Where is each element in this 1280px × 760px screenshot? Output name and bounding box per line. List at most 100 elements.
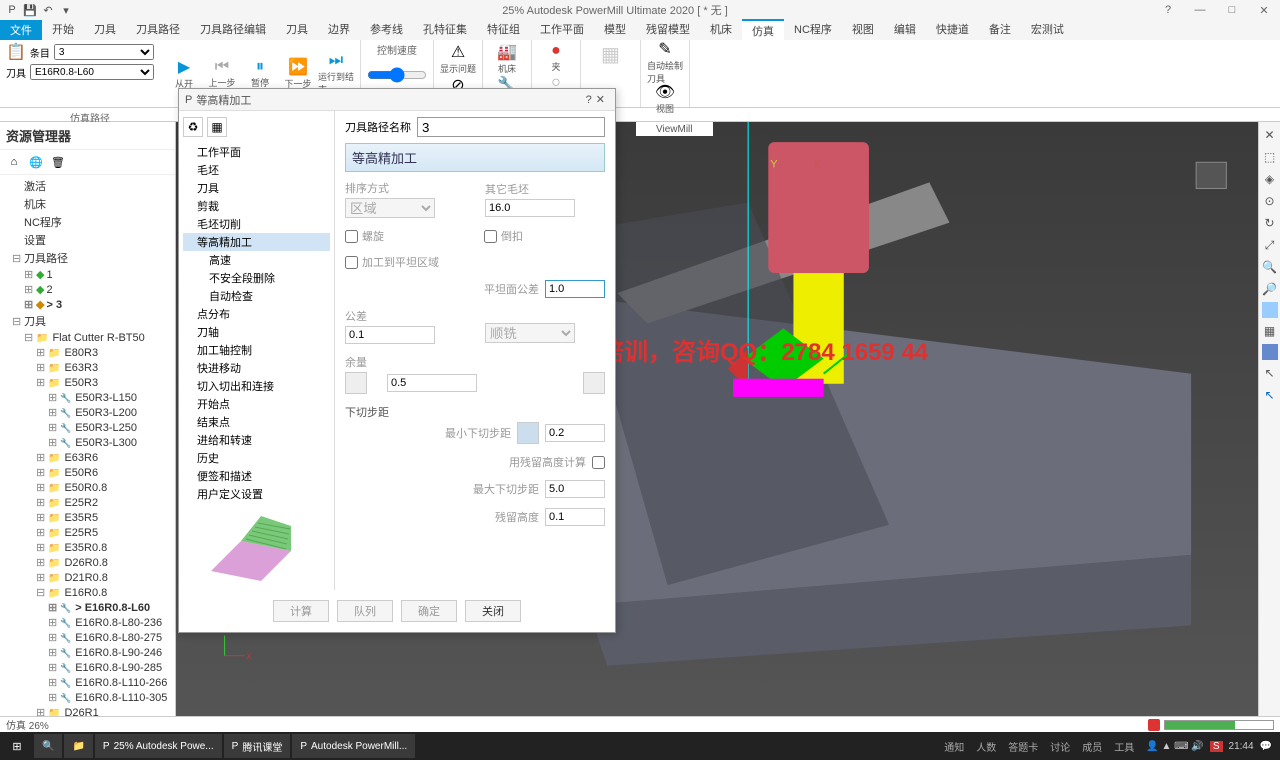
tray-link[interactable]: 人数 xyxy=(970,743,1002,754)
menu-tab[interactable]: 模型 xyxy=(594,19,636,41)
tree-node[interactable]: ⊞E16R0.8-L80-236 xyxy=(0,615,175,630)
task-search[interactable]: 🔍 xyxy=(34,734,62,758)
dialog-tree-item[interactable]: 刀轴 xyxy=(183,323,330,341)
menu-tab[interactable]: 刀具 xyxy=(84,19,126,41)
close-button[interactable]: 关闭 xyxy=(465,600,521,622)
dialog-tree-item[interactable]: 不安全段删除 xyxy=(183,269,330,287)
tree-node[interactable]: ⊞D21R0.8 xyxy=(0,570,175,585)
tree-node[interactable]: ⊞E50R3 xyxy=(0,375,175,390)
taskbar-item[interactable]: P腾讯课堂 xyxy=(224,734,291,758)
tray-icons[interactable]: 👤 ▲ ⌨ 🔊 xyxy=(1146,741,1204,752)
tree-node[interactable]: ⊞E25R2 xyxy=(0,495,175,510)
tree-node[interactable]: ⊞E16R0.8-L110-305 xyxy=(0,690,175,705)
dialog-tree-item[interactable]: 等高精加工 xyxy=(183,233,330,251)
block-icon[interactable] xyxy=(1262,344,1278,360)
menu-tab[interactable]: 工作平面 xyxy=(530,19,594,41)
menu-tab[interactable]: 快捷道 xyxy=(926,19,979,41)
zoom-in-icon[interactable]: 🔍 xyxy=(1261,258,1279,276)
dialog-tree-item[interactable]: 历史 xyxy=(183,449,330,467)
tree-node[interactable]: ⊞E35R0.8 xyxy=(0,540,175,555)
tree-node[interactable]: 机床 xyxy=(0,195,175,213)
tray-link[interactable]: 讨论 xyxy=(1044,743,1076,754)
dialog-tree-item[interactable]: 加工轴控制 xyxy=(183,341,330,359)
tray-link[interactable]: 答题卡 xyxy=(1002,743,1044,754)
dialog-tree-item[interactable]: 刀具 xyxy=(183,179,330,197)
menu-tab[interactable]: 刀具路径 xyxy=(126,19,190,41)
show-issue-button[interactable]: ⚠显示问题 xyxy=(440,42,476,75)
dialog-tree-item[interactable]: 结束点 xyxy=(183,413,330,431)
entry-select[interactable]: 3 xyxy=(54,44,154,60)
tree-node[interactable]: ⊞D26R1 xyxy=(0,705,175,716)
ok-button[interactable]: 确定 xyxy=(401,600,457,622)
save-icon[interactable]: 💾 xyxy=(22,2,38,18)
maximize-icon[interactable]: □ xyxy=(1220,4,1244,17)
dialog-tree-item[interactable]: 快进移动 xyxy=(183,359,330,377)
dialog-tree-item[interactable]: 剪裁 xyxy=(183,197,330,215)
other-input[interactable] xyxy=(485,199,575,217)
minimize-icon[interactable]: — xyxy=(1188,4,1212,17)
max-step-input[interactable] xyxy=(545,480,605,498)
tray-link[interactable]: 工具 xyxy=(1108,743,1140,754)
tol-input[interactable] xyxy=(345,326,435,344)
explorer-tree[interactable]: 激活机床NC程序设置⊟刀具路径⊞◆ 1⊞◆ 2⊞◆ > 3⊟刀具⊟Flat Cu… xyxy=(0,175,175,716)
grid-icon[interactable]: ▦ xyxy=(207,117,227,137)
tree-node[interactable]: ⊞E50R0.8 xyxy=(0,480,175,495)
dialog-tree[interactable]: ♻▦ 工作平面毛坯刀具剪裁毛坯切削等高精加工高速不安全段删除自动检查点分布刀轴加… xyxy=(179,111,335,590)
tree-node[interactable]: NC程序 xyxy=(0,213,175,231)
toolpath-name-input[interactable] xyxy=(417,117,605,137)
tree-node[interactable]: ⊞E16R0.8-L80-275 xyxy=(0,630,175,645)
tree-node[interactable]: ⊟Flat Cutter R-BT50 xyxy=(0,330,175,345)
sphere-icon[interactable]: ⊙ xyxy=(1261,192,1279,210)
wire-icon[interactable]: ▦ xyxy=(1261,322,1279,340)
allowance-input[interactable] xyxy=(387,374,477,392)
tray-notif[interactable]: 💬 xyxy=(1260,741,1272,752)
tree-node[interactable]: ⊟刀具 xyxy=(0,312,175,330)
dialog-tree-item[interactable]: 进给和转速 xyxy=(183,431,330,449)
calc-button[interactable]: 计算 xyxy=(273,600,329,622)
tree-node[interactable]: ⊞E16R0.8-L110-266 xyxy=(0,675,175,690)
undo-icon[interactable]: ↶ xyxy=(40,2,56,18)
cursor-icon[interactable]: ↖ xyxy=(1261,386,1279,404)
tree-node[interactable]: 设置 xyxy=(0,231,175,249)
dialog-tree-item[interactable]: 用户定义设置 xyxy=(183,485,330,503)
allowance-btn2[interactable] xyxy=(583,372,605,394)
view-button[interactable]: 👁视图 xyxy=(647,82,683,115)
sort-select[interactable]: 区域 xyxy=(345,198,435,218)
recycle-icon[interactable]: ♻ xyxy=(183,117,203,137)
tree-node[interactable]: ⊞E50R6 xyxy=(0,465,175,480)
help-icon[interactable]: ? xyxy=(1156,4,1180,17)
tree-node[interactable]: ⊞E63R6 xyxy=(0,450,175,465)
taskbar-item[interactable]: P25% Autodesk Powe... xyxy=(95,734,222,758)
tree-node[interactable]: ⊞E63R3 xyxy=(0,360,175,375)
min-step-input[interactable] xyxy=(545,424,605,442)
dialog-tree-item[interactable]: 点分布 xyxy=(183,305,330,323)
menu-tab[interactable]: 参考线 xyxy=(360,19,413,41)
flat-tol-input[interactable] xyxy=(545,280,605,298)
close-icon[interactable]: ✕ xyxy=(1252,4,1276,17)
iso-icon[interactable]: ◈ xyxy=(1261,170,1279,188)
tool-select[interactable]: E16R0.8-L60 xyxy=(30,64,154,80)
taskbar-item[interactable]: PAutodesk PowerMill... xyxy=(292,734,415,758)
zoom-fit-icon[interactable]: ⤢ xyxy=(1261,236,1279,254)
delete-icon[interactable]: 🗑 xyxy=(50,154,66,170)
tree-node[interactable]: ⊞E50R3-L250 xyxy=(0,420,175,435)
file-tab[interactable]: 文件 xyxy=(0,20,42,40)
menu-tab[interactable]: 编辑 xyxy=(884,19,926,41)
dropdown-icon[interactable]: ▾ xyxy=(58,2,74,18)
menu-tab[interactable]: 机床 xyxy=(700,19,742,41)
tree-node[interactable]: ⊞E50R3-L300 xyxy=(0,435,175,450)
clamp-button[interactable]: ●夹 xyxy=(538,42,574,74)
dialog-tree-item[interactable]: 毛坯 xyxy=(183,161,330,179)
tree-node[interactable]: ⊟E16R0.8 xyxy=(0,585,175,600)
res-height-input[interactable] xyxy=(545,508,605,526)
stop-icon[interactable] xyxy=(1148,719,1160,731)
allowance-btn1[interactable] xyxy=(345,372,367,394)
tree-node[interactable]: ⊞E16R0.8-L90-246 xyxy=(0,645,175,660)
queue-button[interactable]: 队列 xyxy=(337,600,393,622)
menu-tab[interactable]: 宏测试 xyxy=(1021,19,1074,41)
rotate-icon[interactable]: ↻ xyxy=(1261,214,1279,232)
menu-tab[interactable]: 边界 xyxy=(318,19,360,41)
tree-node[interactable]: ⊞◆ 1 xyxy=(0,267,175,282)
dialog-tree-item[interactable]: 切入切出和连接 xyxy=(183,377,330,395)
tree-node[interactable]: ⊞E80R3 xyxy=(0,345,175,360)
